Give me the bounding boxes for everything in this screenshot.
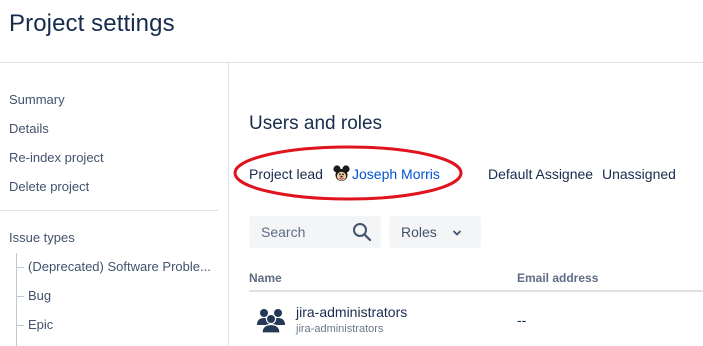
sidebar-item-reindex-project[interactable]: Re-index project [9,150,104,165]
default-assignee-label: Default Assignee [488,166,594,182]
section-title: Users and roles [249,113,383,134]
sidebar-item-delete-project[interactable]: Delete project [9,179,89,194]
table-header-divider [249,290,703,292]
search-box [249,216,381,248]
sidebar-divider [0,210,218,211]
column-header-email: Email address [517,271,599,285]
roles-dropdown-label: Roles [401,224,437,240]
sidebar-item-epic[interactable]: Epic [28,317,216,332]
search-input[interactable] [249,216,344,248]
chevron-down-icon [453,230,461,236]
group-name[interactable]: jira-administrators [296,304,407,320]
page-title: Project settings [9,10,175,37]
group-icon [257,309,285,334]
default-assignee-value: Unassigned [602,166,676,182]
roles-dropdown[interactable]: Roles [389,216,481,248]
sidebar: Summary Details Re-index project Delete … [0,63,229,346]
column-header-name[interactable]: Name [249,271,282,285]
tree-tick [16,267,24,268]
tree-tick [16,325,24,326]
email-value: -- [517,312,527,328]
annotation-ellipse [233,145,463,201]
tree-tick [16,296,24,297]
sidebar-item-bug[interactable]: Bug [28,288,216,303]
search-icon[interactable] [352,222,372,242]
sidebar-item-issue-types[interactable]: Issue types [9,230,75,245]
sidebar-item-summary[interactable]: Summary [9,92,65,107]
sidebar-item-details[interactable]: Details [9,121,49,136]
group-subtext: jira-administrators [296,323,384,335]
sidebar-item-deprecated-software-problem[interactable]: (Deprecated) Software Proble... [28,259,216,274]
